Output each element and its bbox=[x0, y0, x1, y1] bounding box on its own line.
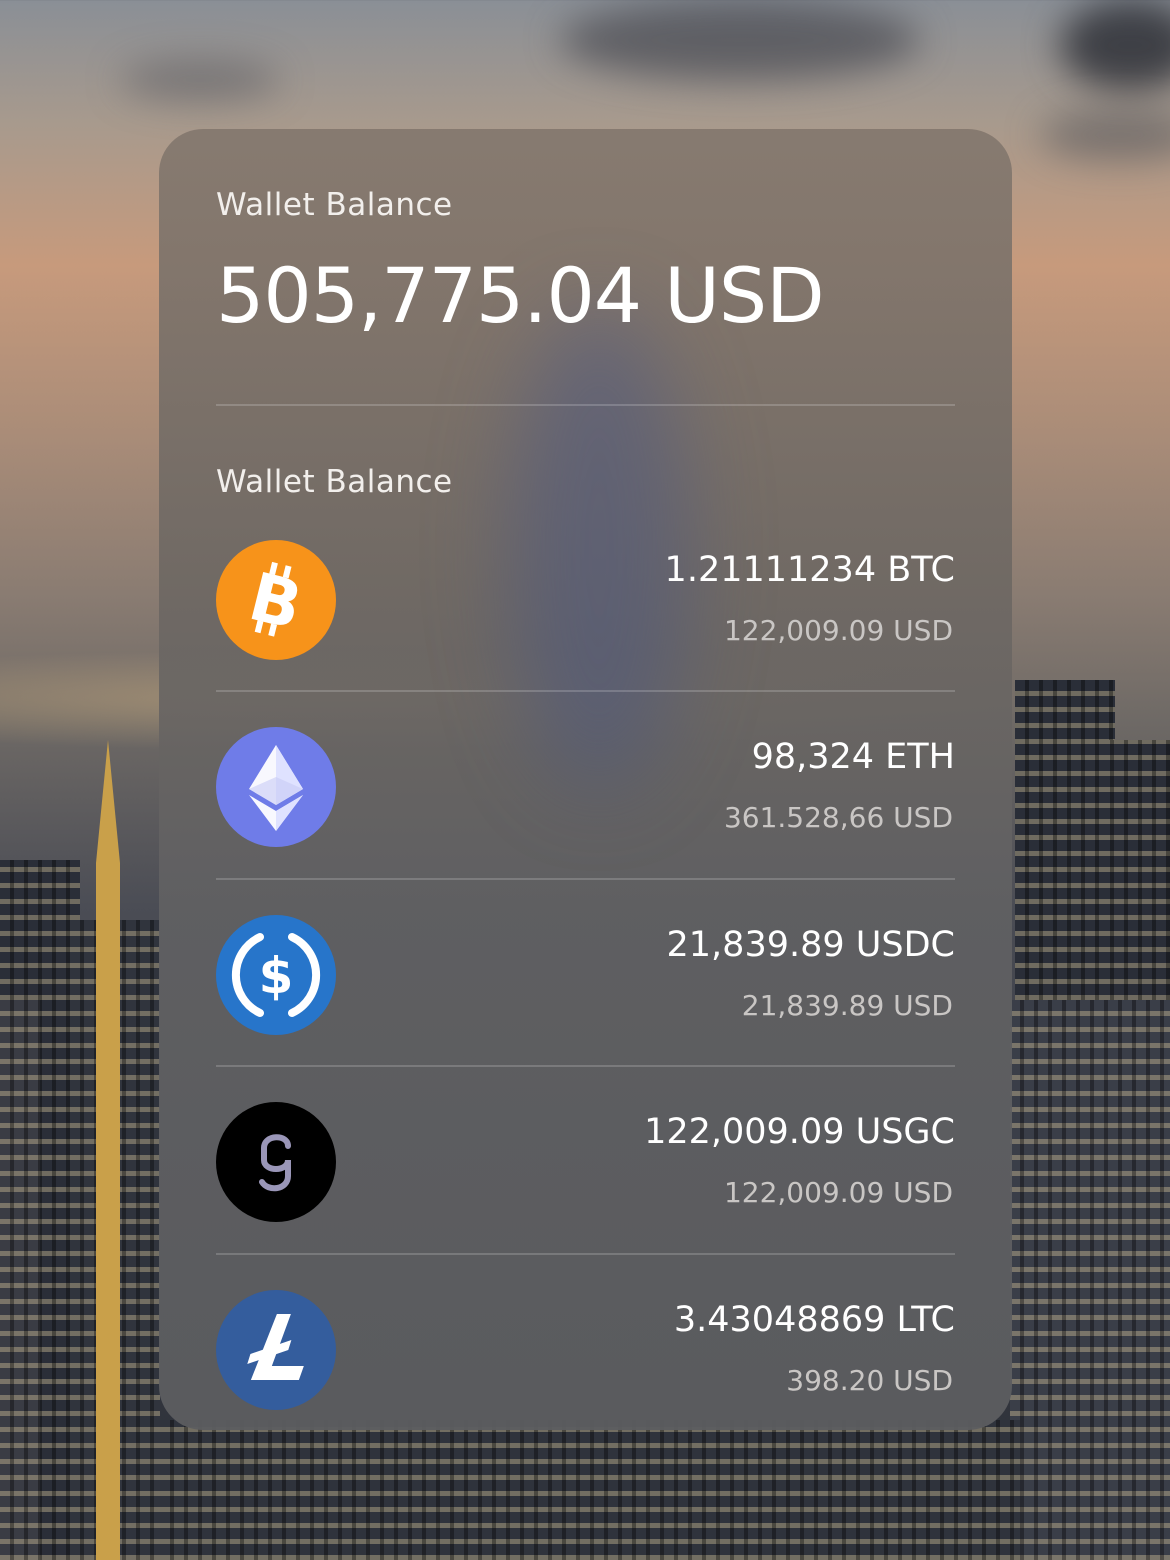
coin-row-ltc[interactable]: 3.43048869 LTC 398.20 USD bbox=[216, 1290, 955, 1410]
divider bbox=[216, 878, 955, 880]
coin-amount: 122,009.09 USGC bbox=[644, 1112, 955, 1152]
coin-row-btc[interactable]: B 1.21111234 BTC 122,009.09 USD bbox=[216, 540, 955, 660]
coin-row-eth[interactable]: 98,324 ETH 361.528,66 USD bbox=[216, 727, 955, 847]
bitcoin-icon: B bbox=[216, 540, 336, 660]
ethereum-icon bbox=[216, 727, 336, 847]
usdc-icon: $ bbox=[216, 915, 336, 1035]
coin-usd-value: 398.20 USD bbox=[786, 1364, 953, 1397]
coin-row-usdc[interactable]: $ 21,839.89 USDC 21,839.89 USD bbox=[216, 915, 955, 1035]
coin-row-usgc[interactable]: 122,009.09 USGC 122,009.09 USD bbox=[216, 1102, 955, 1222]
litecoin-icon bbox=[216, 1290, 336, 1410]
divider bbox=[216, 690, 955, 692]
coin-amount: 98,324 ETH bbox=[751, 737, 955, 777]
coin-usd-value: 122,009.09 USD bbox=[723, 1176, 953, 1209]
divider bbox=[216, 1253, 955, 1255]
coin-usd-value: 361.528,66 USD bbox=[723, 801, 953, 834]
total-balance: 505,775.04 USD bbox=[216, 251, 825, 340]
usgc-icon bbox=[216, 1102, 336, 1222]
coin-amount: 1.21111234 BTC bbox=[664, 550, 955, 590]
wallet-card: Wallet Balance 505,775.04 USD Wallet Bal… bbox=[159, 129, 1012, 1430]
coin-amount: 21,839.89 USDC bbox=[666, 925, 955, 965]
coin-usd-value: 122,009.09 USD bbox=[723, 614, 953, 647]
svg-text:$: $ bbox=[259, 947, 294, 1005]
divider bbox=[216, 1065, 955, 1067]
divider bbox=[216, 404, 955, 406]
coin-amount: 3.43048869 LTC bbox=[673, 1300, 955, 1340]
wallet-balance-label: Wallet Balance bbox=[216, 187, 453, 223]
coin-usd-value: 21,839.89 USD bbox=[741, 989, 953, 1022]
section-label: Wallet Balance bbox=[216, 464, 453, 500]
